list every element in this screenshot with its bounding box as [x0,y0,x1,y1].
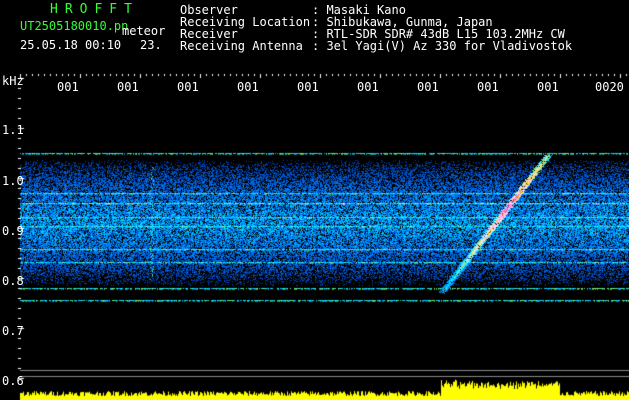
spectrogram-canvas [0,0,629,400]
y-tick-label: 0.6 [2,374,24,388]
timestamp: 25.05.18 00:10 [20,38,122,52]
x-tick-label: 001 [357,80,379,94]
x-tick-label: 001 [117,80,139,94]
hrofft-brand: HROFFT [50,2,139,17]
y-tick-label: 1.0 [2,174,24,188]
antenna-value: : 3el Yagi(V) Az 330 for Vladivostok [312,39,573,53]
y-tick-label: 0.9 [2,224,24,238]
x-tick-label: 001 [237,80,259,94]
x-tick-label: 001 [297,80,319,94]
meteor-tag: meteor [122,24,166,38]
antenna-label: Receiving Antenna [180,39,303,53]
echo-count: 23. [140,38,162,52]
axis-unit-label: kHz [2,74,24,88]
x-tick-label: 001 [57,80,79,94]
x-tick-label: 001 [417,80,439,94]
x-tick-label: 001 [177,80,199,94]
filename: UT2505180010.pn [20,19,129,33]
y-tick-label: 0.7 [2,324,24,338]
x-tick-label: 001 [537,80,559,94]
x-tick-label: 001 [477,80,499,94]
y-tick-label: 0.8 [2,274,24,288]
x-tick-label: 0020 [595,80,624,94]
y-tick-label: 1.1 [2,123,24,137]
